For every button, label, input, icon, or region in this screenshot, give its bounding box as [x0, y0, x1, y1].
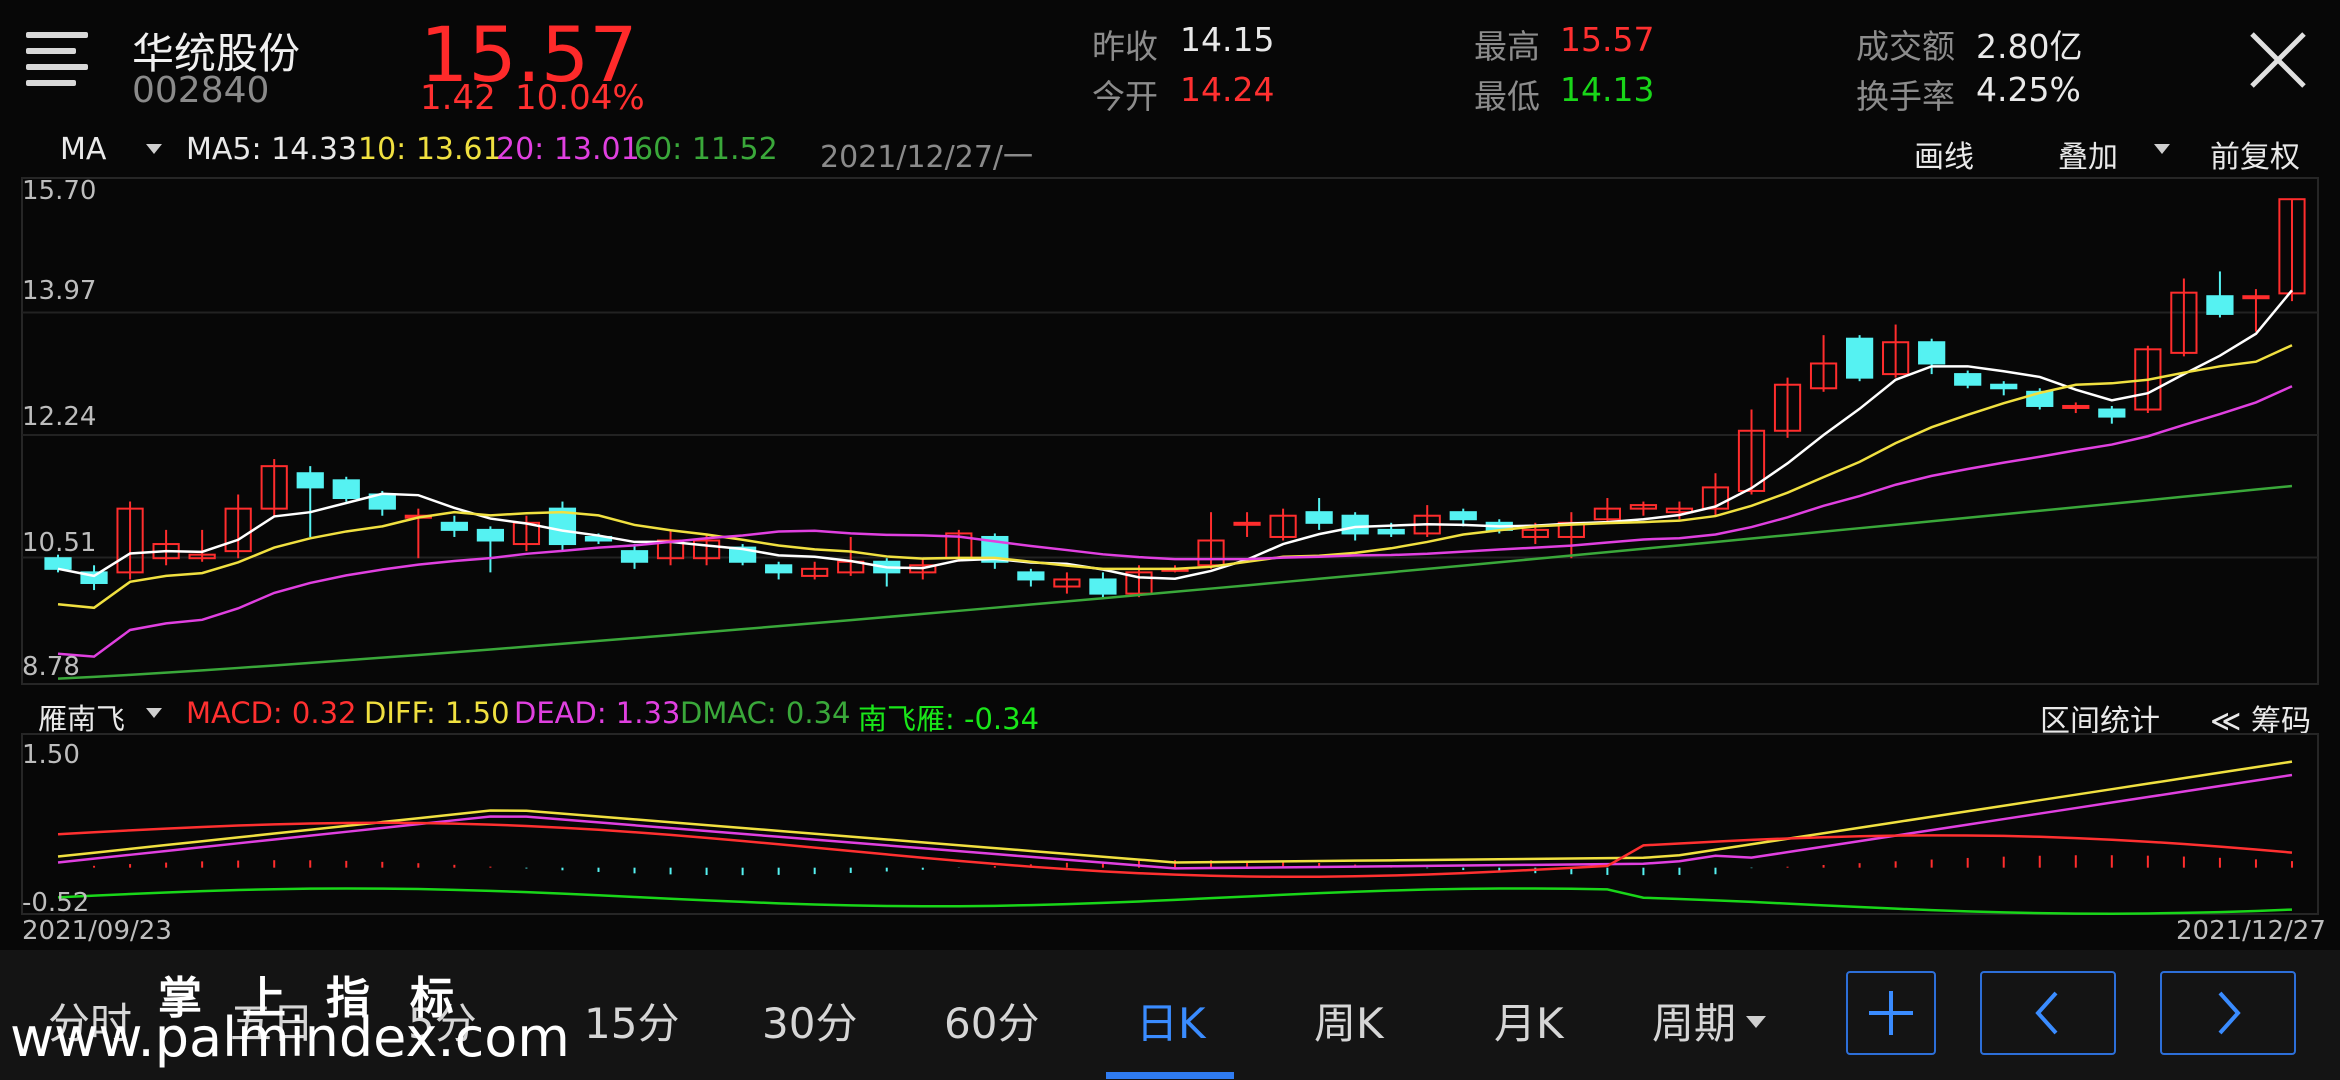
indicator-chart[interactable] [0, 730, 2340, 930]
candle-body [440, 521, 468, 531]
prev-close-value: 14.15 [1180, 20, 1275, 59]
high-value: 15.57 [1560, 20, 1655, 59]
chevron-left-icon [2035, 991, 2058, 1035]
turnover-amount-label: 成交额 [1856, 27, 1955, 66]
diff-line [57, 760, 2293, 864]
chevron-right-icon [2218, 991, 2241, 1035]
ma10-value: 10: 13.61 [358, 132, 502, 167]
ma60-value: 60: 11.52 [634, 132, 778, 167]
end-date: 2021/12/27 [2176, 916, 2326, 946]
candle-body [2206, 295, 2234, 315]
menu-icon[interactable] [26, 30, 92, 90]
turnover-amount-value: 2.80亿 [1976, 27, 2083, 66]
tab-weekly-k[interactable]: 周K [1314, 990, 1384, 1051]
candle-body [2062, 404, 2090, 409]
sub-y-tick: -0.52 [22, 888, 90, 918]
tab-period[interactable]: 周期 [1652, 990, 1736, 1051]
candle-body [44, 557, 72, 570]
low-label: 最低 [1474, 77, 1540, 116]
high-label: 最高 [1474, 27, 1540, 66]
candle-body [1089, 578, 1117, 595]
candle-body [1017, 571, 1045, 581]
ma20-value: 20: 13.01 [496, 132, 640, 167]
candle-body [2242, 295, 2270, 300]
candle-body [1377, 528, 1405, 535]
candle-body [1449, 511, 1477, 521]
turnover-rate-label: 换手率 [1856, 77, 1955, 116]
y-tick: 13.97 [22, 276, 97, 306]
add-button[interactable] [1846, 971, 1936, 1055]
active-tab-indicator [1106, 1072, 1234, 1079]
nfy-line [57, 887, 2293, 915]
macd-value: MACD: 0.32 [186, 696, 357, 730]
ma20-line [57, 385, 2293, 658]
candle-body [2098, 408, 2126, 418]
stock-code: 002840 [132, 70, 270, 111]
watermark-url: www.palmindex.com [10, 1006, 570, 1069]
turnover-rate-value: 4.25% [1976, 70, 2081, 109]
candle-body [620, 550, 649, 563]
candle-body [1341, 514, 1369, 535]
candle-body [1845, 337, 1874, 379]
candle-body [476, 528, 505, 542]
candle-body [1954, 373, 1982, 386]
next-button[interactable] [2160, 971, 2296, 1055]
tab-monthly-k[interactable]: 月K [1494, 990, 1564, 1051]
chevron-down-icon[interactable] [146, 708, 162, 718]
tab-daily-k[interactable]: 日K [1136, 990, 1206, 1051]
y-tick: 10.51 [22, 528, 97, 558]
sub-y-tick: 1.50 [22, 740, 80, 770]
tab-30min[interactable]: 30分 [762, 990, 857, 1051]
chevron-down-icon[interactable] [146, 144, 162, 154]
close-icon[interactable] [2248, 30, 2308, 90]
chevron-down-icon[interactable] [1746, 1016, 1766, 1028]
candle-body [296, 472, 324, 489]
plus-icon [1869, 991, 1913, 1035]
ma5-value: MA5: 14.33 [186, 132, 358, 167]
candle-body [1233, 521, 1261, 526]
candle-body [1990, 383, 2018, 390]
tab-15min[interactable]: 15分 [584, 990, 679, 1051]
y-tick: 12.24 [22, 402, 97, 432]
ma-indicator-select[interactable]: MA [60, 132, 106, 167]
candle-body [765, 564, 793, 574]
candle-body [1305, 511, 1333, 524]
chart-frame [21, 177, 2319, 685]
open-value: 14.24 [1180, 70, 1275, 109]
candle-body [1918, 341, 1946, 365]
start-date: 2021/09/23 [22, 916, 172, 946]
ma60-line [57, 484, 2293, 680]
prev-close-label: 昨收 [1092, 27, 1158, 66]
chevron-down-icon[interactable] [2154, 144, 2170, 154]
open-label: 今开 [1092, 77, 1158, 116]
dead-value: DEAD: 1.33 [514, 696, 681, 730]
dmac-value: DMAC: 0.34 [680, 696, 851, 730]
candlestick-chart[interactable] [0, 170, 2340, 690]
candle-body [332, 479, 360, 500]
prev-button[interactable] [1980, 971, 2116, 1055]
low-value: 14.13 [1560, 70, 1655, 109]
price-change-percent: 10.04% [515, 78, 645, 118]
price-change: 1.42 [420, 78, 496, 118]
diff-value: DIFF: 1.50 [364, 696, 510, 730]
y-tick: 8.78 [22, 652, 80, 682]
y-tick: 15.70 [22, 176, 97, 206]
tab-60min[interactable]: 60分 [944, 990, 1039, 1051]
